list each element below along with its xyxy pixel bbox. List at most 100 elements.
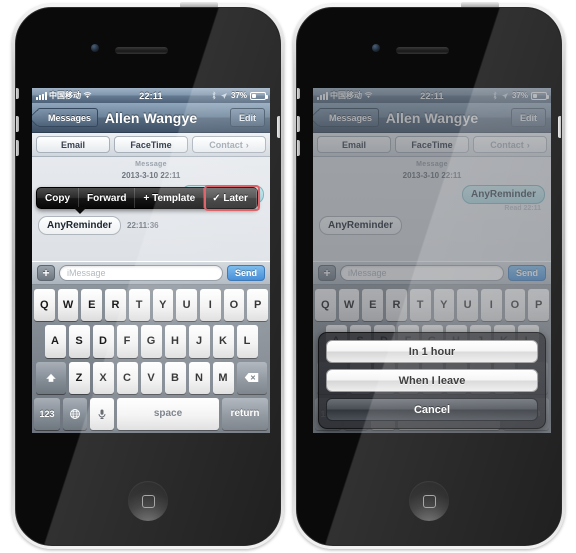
keyboard-row-2: A S D F G H J K L: [34, 325, 268, 358]
imessage-input[interactable]: iMessage: [59, 265, 223, 281]
ring-switch[interactable]: [16, 88, 19, 99]
wifi-icon: [83, 92, 92, 99]
email-button[interactable]: Email: [317, 136, 391, 153]
key-e[interactable]: E: [81, 289, 103, 322]
facetime-button[interactable]: FaceTime: [114, 136, 188, 153]
key-b[interactable]: B: [164, 361, 186, 394]
key-w[interactable]: W: [338, 289, 360, 322]
key-u[interactable]: U: [176, 289, 197, 322]
back-button-label: Messages: [48, 112, 92, 123]
phone-front: 中国移动 22:11 37% Messages Allen Wangye Edi…: [15, 7, 281, 546]
received-message-bubble[interactable]: AnyReminder: [319, 216, 403, 235]
key-m[interactable]: M: [212, 361, 234, 394]
received-message-bubble[interactable]: AnyReminder: [38, 216, 122, 235]
key-i[interactable]: I: [480, 289, 502, 322]
key-h[interactable]: H: [164, 325, 186, 358]
key-a[interactable]: A: [44, 325, 66, 358]
keyboard-row-1: Q W E R T Y U I O P: [33, 289, 269, 322]
message-separator: Message: [38, 160, 264, 170]
key-k[interactable]: K: [212, 325, 234, 358]
onscreen-keyboard: Q W E R T Y U I O P A S D: [32, 285, 270, 433]
key-p[interactable]: P: [528, 289, 550, 322]
key-e[interactable]: E: [362, 289, 384, 322]
status-time: 22:11: [420, 90, 444, 101]
key-u[interactable]: U: [457, 289, 478, 322]
message-separator-label: Message: [135, 161, 167, 168]
key-d[interactable]: D: [92, 325, 114, 358]
cancel-button[interactable]: Cancel: [326, 398, 538, 421]
received-message-row: AnyReminder: [319, 216, 545, 235]
bluetooth-icon: [493, 91, 497, 100]
earpiece-speaker-icon: [396, 47, 449, 54]
sent-message-bubble[interactable]: AnyReminder: [461, 185, 545, 204]
volume-up-button[interactable]: [297, 116, 300, 132]
key-r[interactable]: R: [105, 289, 126, 322]
context-menu-add-template[interactable]: + Template: [135, 188, 205, 208]
home-button[interactable]: [409, 481, 449, 521]
message-date-label: 2013-3-10 22:11: [402, 171, 462, 180]
return-key[interactable]: return: [222, 397, 268, 430]
battery-percent-label: 37%: [230, 91, 247, 100]
facetime-button-label: FaceTime: [130, 139, 172, 150]
key-p[interactable]: P: [247, 289, 269, 322]
back-to-messages-button[interactable]: Messages: [37, 108, 99, 127]
key-f[interactable]: F: [116, 325, 138, 358]
volume-down-button[interactable]: [297, 140, 300, 156]
ring-switch[interactable]: [297, 88, 300, 99]
add-attachment-button[interactable]: +: [318, 265, 336, 281]
key-t[interactable]: T: [128, 289, 150, 322]
key-n[interactable]: N: [188, 361, 210, 394]
globe-language-icon[interactable]: [63, 397, 87, 430]
key-x[interactable]: X: [92, 361, 114, 394]
microphone-icon[interactable]: [90, 397, 114, 430]
key-q[interactable]: Q: [33, 289, 55, 322]
add-attachment-button[interactable]: +: [37, 265, 55, 281]
backspace-delete-icon[interactable]: [236, 361, 267, 394]
battery-percent-label: 37%: [511, 91, 528, 100]
key-j[interactable]: J: [188, 325, 210, 358]
send-button[interactable]: Send: [508, 265, 546, 281]
when-i-leave-button[interactable]: When I leave: [326, 369, 538, 392]
facetime-button[interactable]: FaceTime: [395, 136, 469, 153]
contact-button[interactable]: Contact ›: [473, 136, 547, 153]
edit-button[interactable]: Edit: [511, 108, 546, 127]
numbers-key[interactable]: 123: [34, 397, 60, 430]
imessage-placeholder: iMessage: [348, 268, 387, 278]
context-menu-copy[interactable]: Copy: [37, 188, 79, 208]
contact-button[interactable]: Contact ›: [192, 136, 266, 153]
volume-down-button[interactable]: [16, 140, 19, 156]
edit-button-label: Edit: [239, 112, 256, 123]
edit-button[interactable]: Edit: [230, 108, 265, 127]
key-g[interactable]: G: [140, 325, 162, 358]
key-s[interactable]: S: [68, 325, 90, 358]
key-t[interactable]: T: [409, 289, 431, 322]
key-z[interactable]: Z: [68, 361, 90, 394]
context-menu-later[interactable]: ✓ Later: [204, 188, 257, 208]
key-y[interactable]: Y: [152, 289, 174, 322]
email-button[interactable]: Email: [36, 136, 110, 153]
key-q[interactable]: Q: [314, 289, 336, 322]
key-o[interactable]: O: [504, 289, 526, 322]
key-v[interactable]: V: [140, 361, 162, 394]
status-bar: 中国移动 22:11 37%: [32, 88, 270, 103]
earpiece-speaker-icon: [115, 47, 168, 54]
sim-tray: [277, 116, 280, 138]
key-y[interactable]: Y: [433, 289, 455, 322]
shift-up-arrow-icon[interactable]: [35, 361, 66, 394]
key-i[interactable]: I: [199, 289, 221, 322]
home-button[interactable]: [128, 481, 168, 521]
context-menu-forward[interactable]: Forward: [79, 188, 136, 208]
volume-up-button[interactable]: [16, 116, 19, 132]
facetime-button-label: FaceTime: [411, 139, 453, 150]
back-to-messages-button[interactable]: Messages: [318, 108, 380, 127]
key-o[interactable]: O: [223, 289, 245, 322]
key-r[interactable]: R: [386, 289, 407, 322]
signal-bars-icon: [36, 92, 47, 100]
key-c[interactable]: C: [116, 361, 138, 394]
send-button[interactable]: Send: [227, 265, 265, 281]
in-1-hour-button[interactable]: In 1 hour: [326, 340, 538, 363]
space-key[interactable]: space: [117, 397, 219, 430]
imessage-input[interactable]: iMessage: [340, 265, 504, 281]
key-w[interactable]: W: [57, 289, 79, 322]
key-l[interactable]: L: [236, 325, 258, 358]
